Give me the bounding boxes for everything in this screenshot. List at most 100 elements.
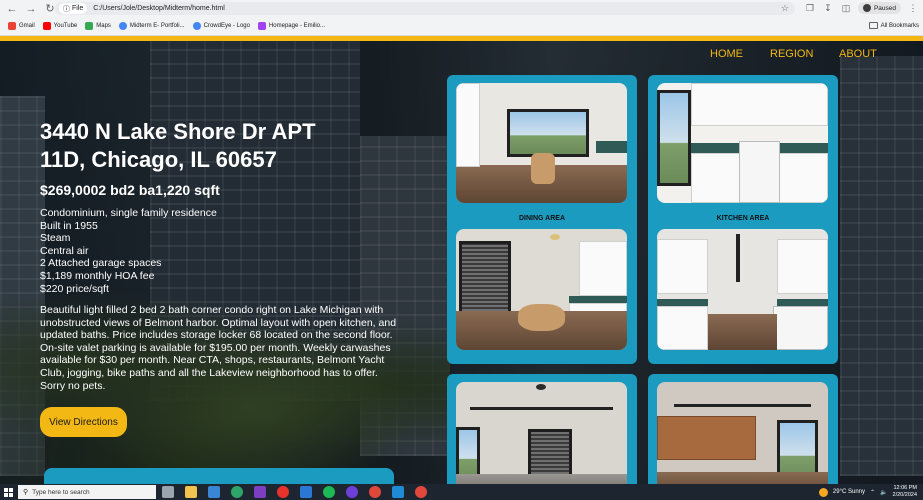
file-explorer-icon[interactable] [185,486,197,498]
office-photo[interactable] [657,382,828,484]
weather-sun-icon[interactable] [818,487,828,497]
cabinet [657,238,709,295]
nav-region-link[interactable]: REGION [770,48,813,60]
extensions-icon[interactable]: ❒ [804,2,816,14]
search-icon: ⚲ [23,489,29,496]
gmail-icon [8,22,16,30]
cabinet [456,83,480,167]
bookmark-youtube[interactable]: YouTube [42,22,77,30]
bookmark-midterm[interactable]: Midterm E- Portfoli... [118,22,185,30]
bookmark-label: Maps [96,23,111,29]
facts-list: Condominium, single family residence Bui… [40,207,217,295]
back-arrow-icon[interactable]: ← [5,2,19,16]
gallery-card-kitchen: KITCHEN AREA [648,75,838,364]
counter [776,299,828,307]
site-icon [257,22,266,30]
profile-status: Paused [873,4,896,12]
all-bookmarks-label: All Bookmarks [880,22,919,29]
kitchen-photo-2[interactable] [657,229,828,350]
volume-icon[interactable]: 🔈 [880,489,887,496]
windows-taskbar: ⚲ Type here to search 29°C Sunny ⌃ 🔈 12:… [0,484,923,500]
avatar [862,4,871,12]
task-view-icon[interactable] [162,486,174,498]
profile-button[interactable]: Paused [857,2,901,14]
google-icon [118,22,127,30]
gallery-card-living [447,374,637,484]
window [507,109,590,158]
fact-item: Condominium, single family residence [40,207,217,219]
listing-page: HOME REGION ABOUT 3440 N Lake Shore Dr A… [0,36,923,484]
gallery-card-office [648,374,838,484]
all-bookmarks-button[interactable]: All Bookmarks [868,22,919,29]
table [531,152,556,184]
clock-time: 12:06 PM [893,485,917,491]
fact-item: Central air [40,244,89,257]
scheme-label: File [72,5,84,12]
url-text[interactable]: C:/Users/Jole/Desktop/Midterm/home.html [93,5,224,12]
chrome-icon[interactable] [369,486,381,498]
bookmark-maps[interactable]: Maps [85,22,111,30]
bookmark-star-icon[interactable]: ☆ [781,2,789,15]
view-directions-button[interactable]: View Directions [40,407,127,437]
visual-studio-icon[interactable] [254,486,266,498]
header-accent-bar [0,36,923,41]
fact-item: 2 Attached garage spaces [40,257,162,270]
download-icon[interactable]: ↧ [822,2,834,14]
taskbar-apps [162,486,427,498]
search-placeholder: Type here to search [32,488,90,496]
dining-photo-1[interactable] [456,83,627,203]
stove [773,306,828,350]
counter [657,299,709,307]
listing-description: Beautiful light filled 2 bed 2 bath corn… [40,304,397,392]
price-summary: $269,0002 bd2 ba1,220 sqft [40,182,220,198]
nav-home-link[interactable]: HOME [710,48,743,60]
fact-item: $220 price/sqft [40,282,109,295]
kitchen-caption: KITCHEN AREA [716,215,770,222]
kitchen-photo-1[interactable] [657,83,828,203]
bookmark-crowdeye[interactable]: CrowdEye - Logo [192,22,250,30]
track-light [674,404,811,408]
chevron-up-icon[interactable]: ⌃ [870,489,875,496]
side-panel-icon[interactable]: ◫ [840,2,852,14]
track-light [469,406,614,410]
kebab-menu-icon[interactable]: ⋮ [907,2,919,14]
living-photo[interactable] [456,382,627,484]
forward-arrow-icon[interactable]: → [24,2,38,16]
chrome-icon[interactable] [415,486,427,498]
site-info-chip[interactable]: ⓘ File [59,3,88,14]
weather-text[interactable]: 29°C Sunny [833,489,865,495]
store-icon[interactable] [208,486,220,498]
ceiling-light [536,384,547,391]
windows-start-icon[interactable] [4,487,13,497]
address-line-1: 3440 N Lake Shore Dr APT [40,119,316,144]
fact-item: Steam [40,232,71,245]
edge-icon[interactable] [231,486,243,498]
mail-icon[interactable] [300,486,312,498]
bookmark-label: Gmail [19,23,35,29]
lower-panel [44,468,394,484]
bookmarks-bar: Gmail YouTube Maps Midterm E- Portfoli..… [0,17,923,36]
pendant-light [735,233,740,283]
spotify-icon[interactable] [323,486,335,498]
listing-address: 3440 N Lake Shore Dr APT 11D, Chicago, I… [40,118,400,174]
taskbar-search[interactable]: ⚲ Type here to search [18,485,156,499]
dining-caption: DINING AREA [518,215,566,222]
vscode-icon[interactable] [392,486,404,498]
bookmark-label: Midterm E- Portfoli... [129,23,185,29]
bookmark-label: Homepage - Emilio... [268,23,325,29]
bookmark-homepage[interactable]: Homepage - Emilio... [257,22,325,30]
discord-icon[interactable] [346,486,358,498]
cabinet [657,306,709,350]
window-blinds [459,241,511,317]
bookmark-gmail[interactable]: Gmail [8,22,35,30]
address-bar[interactable]: ⓘ File C:/Users/Jole/Desktop/Midterm/hom… [55,2,795,15]
nav-about-link[interactable]: ABOUT [839,48,877,60]
dining-photo-2[interactable] [456,229,627,350]
ceiling-light [550,233,561,240]
clock[interactable]: 12:06 PM 2/20/2024 [893,485,917,499]
floor [456,473,627,484]
floor [708,313,777,350]
cabinet [776,238,828,295]
opera-icon[interactable] [277,486,289,498]
bookmark-label: CrowdEye - Logo [203,23,250,29]
